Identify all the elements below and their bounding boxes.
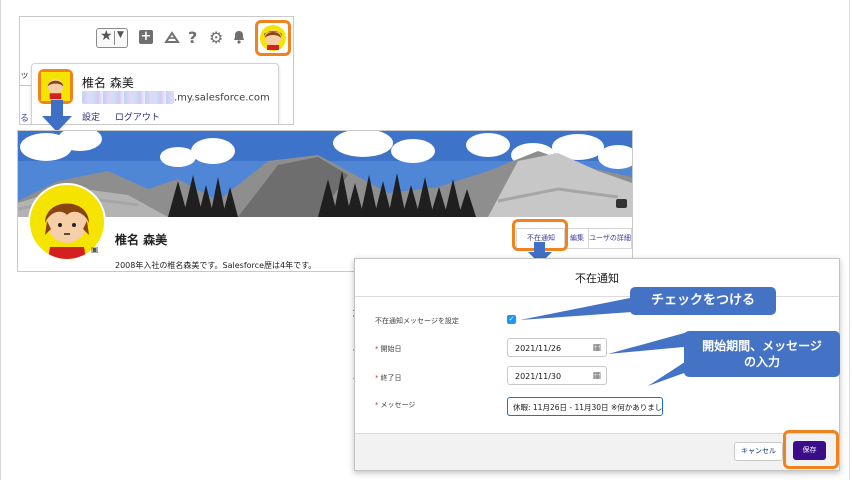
left-edge-line bbox=[0, 0, 1, 480]
arrow-down-shaft bbox=[51, 100, 63, 117]
message-label: * メッセージ bbox=[375, 400, 415, 410]
side-fragment-top: ッ bbox=[20, 71, 30, 81]
start-date-value: 2021/11/26 bbox=[515, 344, 562, 353]
dialog-title: 不在通知 bbox=[575, 272, 619, 285]
profile-name: 椎名 森美 bbox=[115, 233, 168, 247]
favorites-star-icon: ★ bbox=[100, 28, 113, 44]
avatar-image bbox=[260, 25, 286, 51]
email-redacted-blur bbox=[82, 91, 174, 104]
menu-avatar-image bbox=[41, 72, 70, 101]
setup-gear-icon[interactable]: ⚙ bbox=[209, 29, 223, 47]
right-edge-line bbox=[849, 0, 850, 480]
chevron-down-icon[interactable]: ▼ bbox=[117, 30, 124, 40]
banner-camera-icon[interactable] bbox=[616, 199, 627, 208]
menu-avatar bbox=[38, 69, 73, 104]
required-mark: * bbox=[375, 401, 379, 409]
end-date-label: * 終了日 bbox=[375, 373, 402, 383]
message-label-text: メッセージ bbox=[380, 401, 416, 409]
menu-user-email: .my.salesforce.com bbox=[82, 91, 270, 104]
photo-camera-icon[interactable]: ▣ bbox=[91, 245, 99, 254]
tab-user-detail[interactable]: ユーザの詳細 bbox=[588, 228, 632, 249]
side-fragment-bottom: る bbox=[20, 114, 30, 124]
menu-links: 設定 ログアウト bbox=[82, 110, 172, 123]
global-create-icon[interactable]: + bbox=[139, 30, 153, 44]
start-date-label: * 開始日 bbox=[375, 344, 402, 354]
save-button-highlight bbox=[783, 430, 839, 469]
settings-link[interactable]: 設定 bbox=[82, 113, 100, 123]
required-mark: * bbox=[375, 374, 379, 382]
checkbox-label: 不在通知メッセージを設定 bbox=[375, 317, 459, 325]
end-date-label-text: 終了日 bbox=[380, 374, 402, 382]
profile-bio: 2008年入社の椎名森美です。Salesforce歴は4年です。 bbox=[115, 261, 317, 270]
out-of-office-checkbox[interactable]: ✓ bbox=[507, 315, 516, 324]
callout-check: チェックをつける bbox=[630, 287, 776, 315]
message-input[interactable]: 休暇: 11月26日 - 11月30日 ※何かありまし bbox=[507, 397, 663, 416]
user-avatar-button[interactable] bbox=[255, 20, 291, 56]
trailhead-icon[interactable] bbox=[164, 29, 180, 49]
required-mark: * bbox=[375, 345, 379, 353]
cancel-button[interactable]: キャンセル bbox=[734, 442, 783, 461]
callout-period-line2: の入力 bbox=[743, 355, 780, 369]
notification-bell-icon[interactable] bbox=[232, 29, 246, 49]
favorites-divider bbox=[114, 31, 115, 45]
profile-banner-image bbox=[18, 131, 632, 217]
start-date-input[interactable]: 2021/11/26 ▦ bbox=[507, 338, 607, 357]
calendar-icon[interactable]: ▦ bbox=[592, 339, 601, 358]
email-domain: .my.salesforce.com bbox=[174, 92, 270, 104]
callout-period: 開始期間、メッセージ の入力 bbox=[684, 331, 840, 377]
end-date-input[interactable]: 2021/11/30 ▦ bbox=[507, 366, 607, 385]
calendar-icon[interactable]: ▦ bbox=[592, 367, 601, 386]
end-date-value: 2021/11/30 bbox=[515, 372, 562, 381]
help-icon[interactable]: ? bbox=[188, 29, 197, 47]
callout-period-line1: 開始期間、メッセージ bbox=[702, 339, 822, 353]
logout-link[interactable]: ログアウト bbox=[115, 113, 160, 123]
menu-user-name: 椎名 森美 bbox=[82, 76, 134, 90]
favorites-button[interactable]: ★ ▼ bbox=[96, 28, 128, 48]
start-date-label-text: 開始日 bbox=[380, 345, 402, 353]
